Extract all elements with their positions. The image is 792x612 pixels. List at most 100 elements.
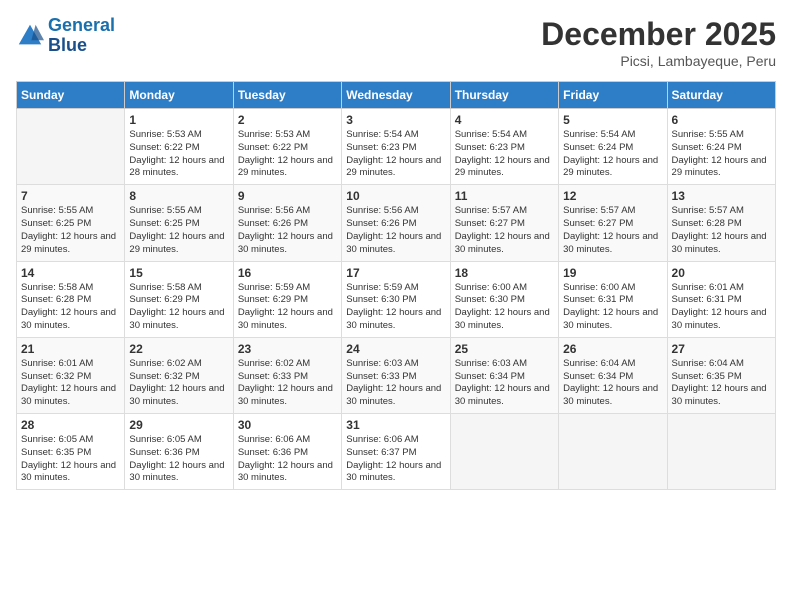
day-number: 3 — [346, 113, 445, 127]
calendar-cell: 20 Sunrise: 6:01 AMSunset: 6:31 PMDayligh… — [667, 261, 775, 337]
weekday-header-row: SundayMondayTuesdayWednesdayThursdayFrid… — [17, 82, 776, 109]
day-number: 4 — [455, 113, 554, 127]
day-info: Sunrise: 6:02 AMSunset: 6:32 PMDaylight:… — [129, 358, 228, 409]
day-number: 22 — [129, 342, 228, 356]
calendar-cell: 4 Sunrise: 5:54 AMSunset: 6:23 PMDaylight… — [450, 109, 558, 185]
page-subtitle: Picsi, Lambayeque, Peru — [541, 53, 776, 69]
day-number: 26 — [563, 342, 662, 356]
day-number: 20 — [672, 266, 771, 280]
day-number: 21 — [21, 342, 120, 356]
calendar-cell: 27 Sunrise: 6:04 AMSunset: 6:35 PMDayligh… — [667, 337, 775, 413]
day-info: Sunrise: 5:56 AMSunset: 6:26 PMDaylight:… — [346, 205, 445, 256]
day-number: 16 — [238, 266, 337, 280]
day-info: Sunrise: 5:54 AMSunset: 6:23 PMDaylight:… — [455, 129, 554, 180]
day-info: Sunrise: 6:06 AMSunset: 6:37 PMDaylight:… — [346, 434, 445, 485]
calendar-cell: 6Sunrise: 5:55 AMSunset: 6:24 PMDaylight… — [667, 109, 775, 185]
day-info: Sunrise: 6:06 AMSunset: 6:36 PMDaylight:… — [238, 434, 337, 485]
calendar-cell — [17, 109, 125, 185]
logo-icon — [16, 22, 44, 50]
day-number: 27 — [672, 342, 771, 356]
day-info: Sunrise: 6:03 AMSunset: 6:34 PMDaylight:… — [455, 358, 554, 409]
calendar-cell: 9Sunrise: 5:56 AMSunset: 6:26 PMDaylight… — [233, 185, 341, 261]
day-info: Sunrise: 5:57 AMSunset: 6:27 PMDaylight:… — [563, 205, 662, 256]
day-info: Sunrise: 5:57 AMSunset: 6:28 PMDaylight:… — [672, 205, 771, 256]
day-info: Sunrise: 5:54 AMSunset: 6:23 PMDaylight:… — [346, 129, 445, 180]
calendar-cell: 30 Sunrise: 6:06 AMSunset: 6:36 PMDayligh… — [233, 414, 341, 490]
day-number: 15 — [129, 266, 228, 280]
day-info: Sunrise: 5:59 AMSunset: 6:30 PMDaylight:… — [346, 282, 445, 333]
calendar-cell: 11 Sunrise: 5:57 AMSunset: 6:27 PMDayligh… — [450, 185, 558, 261]
day-info: Sunrise: 5:55 AMSunset: 6:25 PMDaylight:… — [21, 205, 120, 256]
day-number: 19 — [563, 266, 662, 280]
day-number: 25 — [455, 342, 554, 356]
calendar-cell: 17 Sunrise: 5:59 AMSunset: 6:30 PMDayligh… — [342, 261, 450, 337]
day-number: 8 — [129, 189, 228, 203]
calendar-week-row: 1 Sunrise: 5:53 AMSunset: 6:22 PMDaylight… — [17, 109, 776, 185]
day-number: 23 — [238, 342, 337, 356]
day-info: Sunrise: 6:04 AMSunset: 6:35 PMDaylight:… — [672, 358, 771, 409]
day-number: 7 — [21, 189, 120, 203]
day-info: Sunrise: 5:55 AMSunset: 6:25 PMDaylight:… — [129, 205, 228, 256]
day-number: 1 — [129, 113, 228, 127]
weekday-header-tuesday: Tuesday — [233, 82, 341, 109]
day-number: 6 — [672, 113, 771, 127]
day-info: Sunrise: 6:02 AMSunset: 6:33 PMDaylight:… — [238, 358, 337, 409]
calendar-cell: 26 Sunrise: 6:04 AMSunset: 6:34 PMDayligh… — [559, 337, 667, 413]
calendar-week-row: 21 Sunrise: 6:01 AMSunset: 6:32 PMDayligh… — [17, 337, 776, 413]
day-info: Sunrise: 6:04 AMSunset: 6:34 PMDaylight:… — [563, 358, 662, 409]
calendar-cell: 2 Sunrise: 5:53 AMSunset: 6:22 PMDaylight… — [233, 109, 341, 185]
weekday-header-friday: Friday — [559, 82, 667, 109]
calendar-cell: 28 Sunrise: 6:05 AMSunset: 6:35 PMDayligh… — [17, 414, 125, 490]
calendar-week-row: 14Sunrise: 5:58 AMSunset: 6:28 PMDayligh… — [17, 261, 776, 337]
day-number: 14 — [21, 266, 120, 280]
weekday-header-sunday: Sunday — [17, 82, 125, 109]
calendar-cell: 1 Sunrise: 5:53 AMSunset: 6:22 PMDaylight… — [125, 109, 233, 185]
calendar-cell: 13Sunrise: 5:57 AMSunset: 6:28 PMDayligh… — [667, 185, 775, 261]
day-info: Sunrise: 6:01 AMSunset: 6:31 PMDaylight:… — [672, 282, 771, 333]
calendar-cell: 10 Sunrise: 5:56 AMSunset: 6:26 PMDayligh… — [342, 185, 450, 261]
calendar-cell: 15 Sunrise: 5:58 AMSunset: 6:29 PMDayligh… — [125, 261, 233, 337]
day-number: 11 — [455, 189, 554, 203]
day-number: 29 — [129, 418, 228, 432]
calendar-cell: 31 Sunrise: 6:06 AMSunset: 6:37 PMDayligh… — [342, 414, 450, 490]
day-info: Sunrise: 6:00 AMSunset: 6:30 PMDaylight:… — [455, 282, 554, 333]
day-info: Sunrise: 6:03 AMSunset: 6:33 PMDaylight:… — [346, 358, 445, 409]
day-number: 31 — [346, 418, 445, 432]
calendar-cell: 8 Sunrise: 5:55 AMSunset: 6:25 PMDaylight… — [125, 185, 233, 261]
weekday-header-wednesday: Wednesday — [342, 82, 450, 109]
page-header: GeneralBlue December 2025 Picsi, Lambaye… — [16, 16, 776, 69]
day-number: 18 — [455, 266, 554, 280]
weekday-header-monday: Monday — [125, 82, 233, 109]
calendar-week-row: 7 Sunrise: 5:55 AMSunset: 6:25 PMDaylight… — [17, 185, 776, 261]
weekday-header-thursday: Thursday — [450, 82, 558, 109]
day-number: 9 — [238, 189, 337, 203]
day-number: 17 — [346, 266, 445, 280]
day-info: Sunrise: 6:05 AMSunset: 6:36 PMDaylight:… — [129, 434, 228, 485]
day-info: Sunrise: 5:57 AMSunset: 6:27 PMDaylight:… — [455, 205, 554, 256]
calendar-cell: 22 Sunrise: 6:02 AMSunset: 6:32 PMDayligh… — [125, 337, 233, 413]
day-info: Sunrise: 5:53 AMSunset: 6:22 PMDaylight:… — [238, 129, 337, 180]
calendar-cell: 12Sunrise: 5:57 AMSunset: 6:27 PMDayligh… — [559, 185, 667, 261]
calendar-cell: 16 Sunrise: 5:59 AMSunset: 6:29 PMDayligh… — [233, 261, 341, 337]
calendar-cell — [450, 414, 558, 490]
day-info: Sunrise: 5:53 AMSunset: 6:22 PMDaylight:… — [129, 129, 228, 180]
day-number: 30 — [238, 418, 337, 432]
day-number: 5 — [563, 113, 662, 127]
day-info: Sunrise: 6:05 AMSunset: 6:35 PMDaylight:… — [21, 434, 120, 485]
day-number: 28 — [21, 418, 120, 432]
calendar-cell: 19Sunrise: 6:00 AMSunset: 6:31 PMDayligh… — [559, 261, 667, 337]
day-info: Sunrise: 5:58 AMSunset: 6:29 PMDaylight:… — [129, 282, 228, 333]
day-number: 10 — [346, 189, 445, 203]
calendar-cell — [667, 414, 775, 490]
calendar-cell: 14Sunrise: 5:58 AMSunset: 6:28 PMDayligh… — [17, 261, 125, 337]
day-info: Sunrise: 6:01 AMSunset: 6:32 PMDaylight:… — [21, 358, 120, 409]
calendar-cell: 23 Sunrise: 6:02 AMSunset: 6:33 PMDayligh… — [233, 337, 341, 413]
calendar-cell: 24Sunrise: 6:03 AMSunset: 6:33 PMDayligh… — [342, 337, 450, 413]
calendar-cell: 18 Sunrise: 6:00 AMSunset: 6:30 PMDayligh… — [450, 261, 558, 337]
day-number: 2 — [238, 113, 337, 127]
calendar-cell — [559, 414, 667, 490]
calendar-cell: 21 Sunrise: 6:01 AMSunset: 6:32 PMDayligh… — [17, 337, 125, 413]
calendar-cell: 3 Sunrise: 5:54 AMSunset: 6:23 PMDaylight… — [342, 109, 450, 185]
calendar-cell: 29 Sunrise: 6:05 AMSunset: 6:36 PMDayligh… — [125, 414, 233, 490]
day-info: Sunrise: 5:59 AMSunset: 6:29 PMDaylight:… — [238, 282, 337, 333]
